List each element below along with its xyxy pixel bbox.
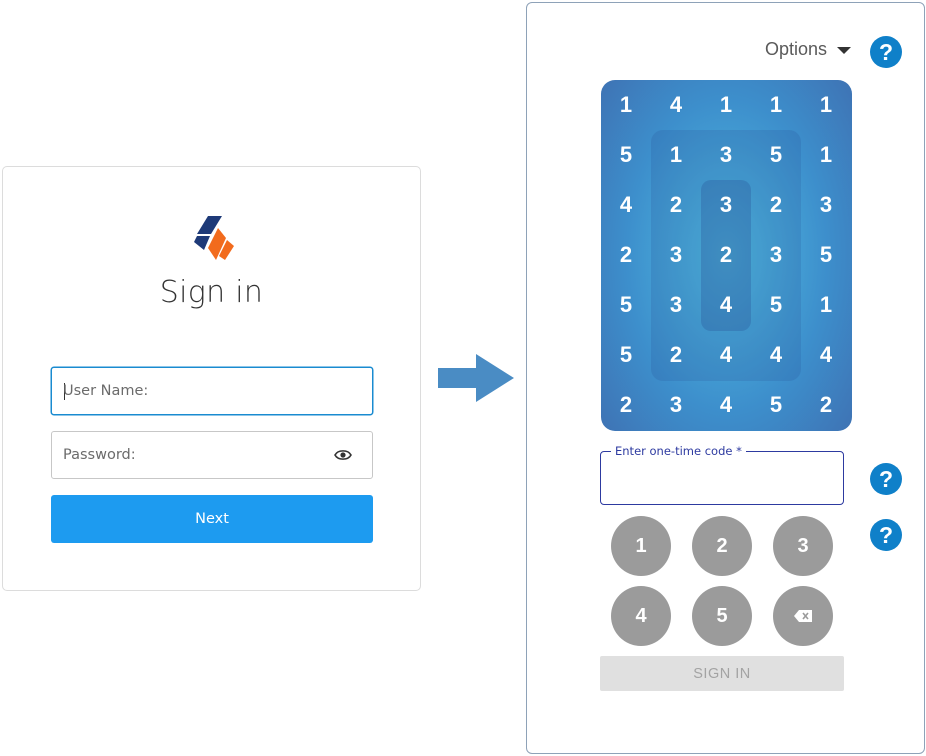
arrow-right-icon	[438, 354, 514, 402]
otp-label: Enter one-time code *	[611, 444, 746, 458]
help-icon[interactable]: ?	[870, 36, 902, 68]
otp-panel: Options ? 141115135142323232355345152444…	[526, 2, 925, 754]
keypad-key-1[interactable]: 1	[611, 516, 671, 576]
backspace-icon	[794, 610, 812, 622]
grid-cell: 3	[669, 392, 683, 417]
number-grid: 1 4 1 1 1 5 1 3 5 1 4 2 3 2 3 2 3 2 3 5 5 3 4 5 1 5 2 4 4 4 2 3 4 5 2	[601, 80, 852, 431]
grid-cell: 4	[819, 342, 833, 367]
grid-cell: 1	[819, 92, 833, 117]
keypad-help-icon[interactable]: ?	[870, 519, 902, 551]
keypad-key-2[interactable]: 2	[692, 516, 752, 576]
grid-cell: 4	[719, 292, 733, 317]
grid-cell: 5	[769, 142, 783, 167]
grid-cell: 2	[669, 192, 683, 217]
grid-cell: 2	[819, 392, 833, 417]
grid-cell: 3	[769, 242, 783, 267]
grid-cell: 5	[619, 142, 633, 167]
grid-cell: 3	[719, 142, 733, 167]
grid-cell: 3	[719, 192, 733, 217]
grid-cell: 1	[819, 142, 833, 167]
grid-cell: 1	[719, 92, 733, 117]
grid-cell: 5	[769, 292, 783, 317]
caret-down-icon	[837, 47, 852, 54]
grid-cell: 4	[719, 342, 733, 367]
backspace-button[interactable]	[773, 586, 833, 646]
grid-cell: 4	[669, 92, 683, 117]
grid-cell: 2	[619, 242, 633, 267]
grid-cell: 5	[819, 242, 833, 267]
grid-cell: 2	[719, 242, 733, 267]
options-dropdown[interactable]: Options	[765, 39, 852, 60]
page-title: Sign in	[159, 275, 264, 310]
grid-cell: 2	[769, 192, 783, 217]
grid-cell: 4	[619, 192, 633, 217]
grid-cell: 5	[619, 292, 633, 317]
keypad-key-5[interactable]: 5	[692, 586, 752, 646]
grid-cell: 5	[769, 392, 783, 417]
keypad-key-3[interactable]: 3	[773, 516, 833, 576]
grid-cell: 2	[669, 342, 683, 367]
otp-field[interactable]: Enter one-time code *	[600, 444, 844, 505]
otp-help-icon[interactable]: ?	[870, 463, 902, 495]
grid-cell: 1	[669, 142, 683, 167]
password-field[interactable]	[51, 431, 373, 479]
username-input[interactable]	[63, 368, 343, 414]
grid-cell: 4	[719, 392, 733, 417]
keypad-key-4[interactable]: 4	[611, 586, 671, 646]
grid-cell: 2	[619, 392, 633, 417]
grid-cell: 3	[669, 242, 683, 267]
password-input[interactable]	[63, 432, 343, 478]
grid-cell: 1	[819, 292, 833, 317]
grid-cell: 1	[769, 92, 783, 117]
grid-cell: 3	[819, 192, 833, 217]
brand-logo-icon	[194, 216, 234, 260]
otp-input[interactable]	[611, 462, 835, 494]
grid-cell: 1	[619, 92, 633, 117]
signin-card: Sign in Next	[2, 166, 421, 591]
grid-cell: 4	[769, 342, 783, 367]
eye-icon[interactable]	[334, 448, 352, 462]
options-label: Options	[765, 39, 828, 59]
username-field[interactable]	[51, 367, 373, 415]
next-button[interactable]: Next	[51, 495, 373, 543]
grid-cell: 5	[619, 342, 633, 367]
signin-button[interactable]: SIGN IN	[600, 656, 844, 691]
grid-cell: 3	[669, 292, 683, 317]
